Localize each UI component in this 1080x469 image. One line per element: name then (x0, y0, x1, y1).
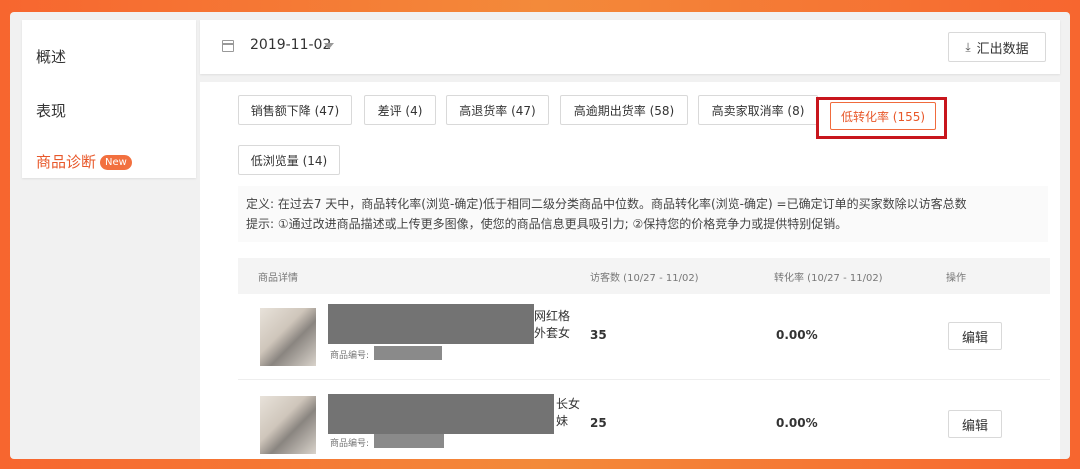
product-thumbnail[interactable] (260, 396, 316, 454)
column-header-actions: 操作 (946, 273, 966, 284)
download-icon: ⤓ (965, 39, 971, 54)
tab-high-return-rate[interactable]: 高退货率 (47) (446, 95, 549, 125)
chevron-down-icon[interactable] (324, 43, 334, 49)
table-row: 长女 妹 商品编号: 25 0.00% 编辑 (238, 380, 1050, 459)
sidebar-item-label: 概述 (36, 48, 67, 66)
sidebar-item-product-diagnosis[interactable]: 商品诊断 New (36, 151, 132, 172)
title-fragment-line: 外套女 (534, 326, 571, 340)
edit-button[interactable]: 编辑 (948, 410, 1002, 438)
visitors-value: 35 (590, 328, 607, 342)
app-frame: 概述 表现 商品诊断 New 2019-11-02 ⤓ 汇出数据 销售额下降 (4… (10, 12, 1070, 459)
title-fragment-line: 长女 (556, 397, 581, 411)
product-id-label: 商品编号: (330, 439, 370, 449)
main-panel: 销售额下降 (47) 差评 (4) 高退货率 (47) 高逾期出货率 (58) … (200, 82, 1060, 459)
column-header-product: 商品详情 (258, 273, 298, 284)
table-header: 商品详情 访客数 (10/27 - 11/02) 转化率 (10/27 - 11… (238, 258, 1050, 294)
column-header-conversion: 转化率 (10/27 - 11/02) (774, 273, 883, 284)
top-toolbar: 2019-11-02 ⤓ 汇出数据 (200, 20, 1060, 74)
tips-text: 提示: ①通过改进商品描述或上传更多图像，使您的商品信息更具吸引力; ②保持您的… (246, 217, 848, 231)
tab-negative-reviews[interactable]: 差评 (4) (364, 95, 436, 125)
tab-high-seller-cancel[interactable]: 高卖家取消率 (8) (698, 95, 818, 125)
title-fragment-line: 妹 (556, 414, 569, 428)
tab-low-conversion[interactable]: 低转化率 (155) (830, 102, 936, 130)
sidebar-item-label: 表现 (36, 102, 67, 120)
product-thumbnail[interactable] (260, 308, 316, 366)
product-title-fragment: 网红格 外套女 (534, 308, 570, 342)
redacted-product-title (328, 394, 554, 434)
tab-sales-decline[interactable]: 销售额下降 (47) (238, 95, 352, 125)
title-fragment-line: 网红格 (534, 309, 571, 323)
sidebar: 概述 表现 商品诊断 New (22, 20, 196, 178)
edit-button[interactable]: 编辑 (948, 322, 1002, 350)
sidebar-item-label: 商品诊断 (36, 153, 97, 171)
column-header-visitors: 访客数 (10/27 - 11/02) (590, 273, 699, 284)
redacted-product-id (374, 434, 444, 448)
sidebar-item-performance[interactable]: 表现 (36, 100, 66, 121)
export-data-button[interactable]: ⤓ 汇出数据 (948, 32, 1046, 62)
visitors-value: 25 (590, 416, 607, 430)
tab-low-views[interactable]: 低浏览量 (14) (238, 145, 340, 175)
sidebar-item-overview[interactable]: 概述 (36, 46, 66, 67)
tab-high-late-shipment[interactable]: 高逾期出货率 (58) (560, 95, 688, 125)
table-row: 网红格 外套女 商品编号: 35 0.00% 编辑 (238, 294, 1050, 380)
date-picker-value[interactable]: 2019-11-02 (250, 37, 331, 53)
new-badge: New (100, 155, 132, 170)
export-button-label: 汇出数据 (976, 41, 1029, 57)
definition-text: 定义: 在过去7 天中，商品转化率(浏览-确定)低于相同二级分类商品中位数。商品… (246, 197, 967, 211)
redacted-product-title (328, 304, 534, 344)
product-id-label: 商品编号: (330, 351, 370, 361)
product-title-fragment: 长女 妹 (556, 396, 580, 430)
conversion-value: 0.00% (776, 328, 818, 342)
redacted-product-id (374, 346, 442, 360)
conversion-value: 0.00% (776, 416, 818, 430)
definition-panel: 定义: 在过去7 天中，商品转化率(浏览-确定)低于相同二级分类商品中位数。商品… (238, 186, 1048, 242)
calendar-icon[interactable] (222, 40, 234, 52)
